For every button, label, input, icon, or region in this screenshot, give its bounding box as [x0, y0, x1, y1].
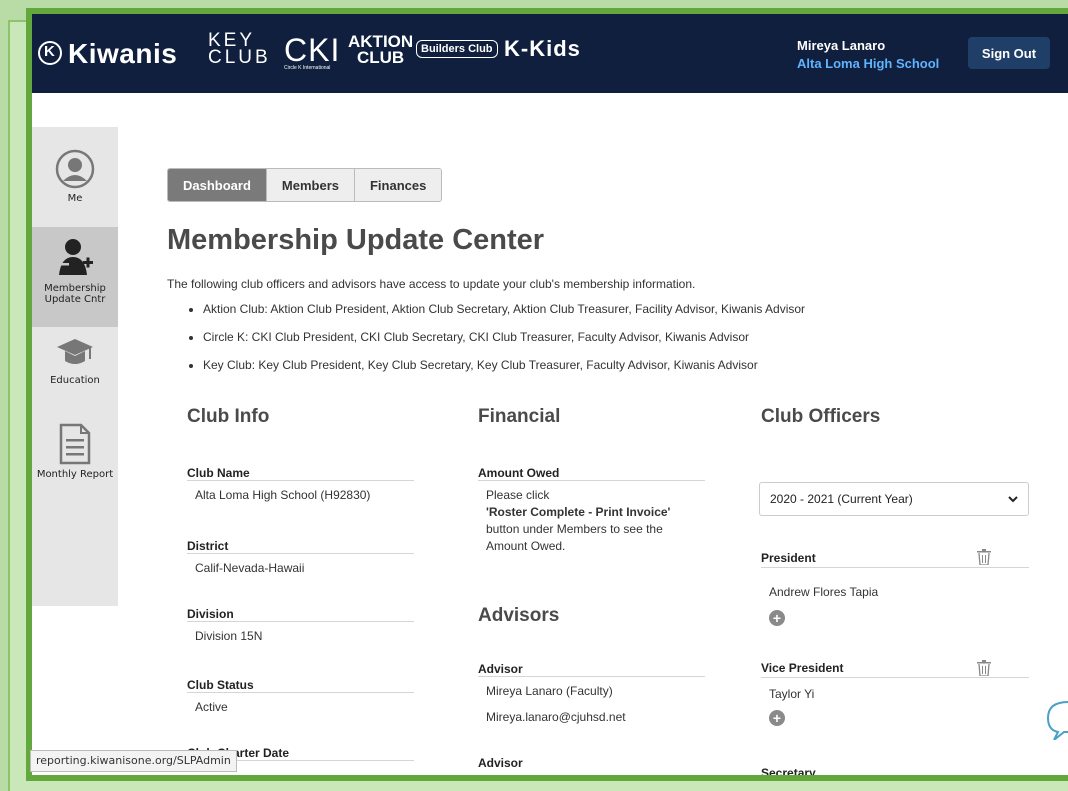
- club-name-label: Club Name: [187, 466, 250, 480]
- advisors-heading: Advisors: [478, 605, 560, 626]
- tab-finances[interactable]: Finances: [354, 169, 442, 201]
- sidebar-item-membership[interactable]: Membership Update Cntr: [32, 227, 118, 327]
- amount-owed-line2: 'Roster Complete - Print Invoice': [486, 505, 671, 519]
- sidebar-item-label: Membership Update Cntr: [44, 283, 106, 305]
- status-bar-url: reporting.kiwanisone.org/SLPAdmin: [30, 750, 237, 772]
- tab-members[interactable]: Members: [266, 169, 355, 201]
- club-info-heading: Club Info: [187, 406, 270, 427]
- club-status-value: Active: [195, 700, 228, 714]
- top-navigation-bar: Kiwanis KEYCLUB CKICircle K Internationa…: [32, 14, 1068, 93]
- division-label: Division: [187, 607, 234, 621]
- officer-year-value: 2020 - 2021 (Current Year): [770, 492, 913, 506]
- officer-year-select[interactable]: 2020 - 2021 (Current Year): [759, 482, 1029, 516]
- amount-owed-label: Amount Owed: [478, 466, 560, 480]
- user-name: Mireya Lanaro: [797, 38, 886, 53]
- add-officer-icon[interactable]: +: [769, 710, 785, 726]
- browser-frame: Kiwanis KEYCLUB CKICircle K Internationa…: [26, 8, 1068, 781]
- divider: [761, 567, 1029, 568]
- builders-club-logo[interactable]: Builders Club: [416, 40, 498, 58]
- list-item: Key Club: Key Club President, Key Club S…: [203, 352, 805, 380]
- trash-icon[interactable]: [977, 660, 991, 676]
- club-officers-heading: Club Officers: [761, 406, 881, 427]
- divider: [478, 676, 705, 677]
- intro-text: The following club officers and advisors…: [167, 277, 696, 291]
- amount-owed-line4: Amount Owed.: [486, 539, 566, 553]
- tab-bar: Dashboard Members Finances: [167, 168, 443, 202]
- graduation-cap-icon: [57, 339, 93, 364]
- page-title: Membership Update Center: [167, 224, 545, 256]
- financial-heading: Financial: [478, 406, 561, 427]
- amount-owed-line1: Please click: [486, 488, 550, 502]
- tab-dashboard[interactable]: Dashboard: [168, 169, 267, 201]
- district-label: District: [187, 539, 229, 553]
- kiwanis-seal-icon: [38, 41, 62, 65]
- advisor-name: Mireya Lanaro (Faculty): [486, 684, 613, 698]
- side-navigation: Me Membership Update Cntr Education Mont…: [32, 127, 118, 606]
- advisor-label: Advisor: [478, 662, 523, 676]
- sidebar-item-monthly-report[interactable]: Monthly Report: [32, 423, 118, 493]
- club-status-label: Club Status: [187, 678, 254, 692]
- document-icon: [59, 423, 91, 465]
- add-user-icon: [59, 239, 93, 275]
- district-value: Calif-Nevada-Hawaii: [195, 561, 305, 575]
- key-club-logo[interactable]: KEY CLUB: [208, 31, 271, 67]
- cki-logo[interactable]: CKI Circle K International: [284, 32, 340, 71]
- kiwanis-logo[interactable]: Kiwanis: [38, 38, 177, 70]
- aktion-club-logo[interactable]: AKTION CLUB: [348, 33, 413, 66]
- k-kids-logo[interactable]: K-Kids: [504, 36, 581, 62]
- sidebar-item-education[interactable]: Education: [32, 335, 118, 405]
- list-item: Aktion Club: Aktion Club President, Akti…: [203, 296, 805, 324]
- sidebar-item-label: Education: [50, 375, 100, 386]
- user-school: Alta Loma High School: [797, 56, 940, 71]
- divider: [187, 553, 414, 554]
- president-name: Andrew Flores Tapia: [769, 585, 879, 599]
- divider: [761, 677, 1029, 678]
- amount-owed-line3: button under Members to see the: [486, 522, 663, 536]
- advisor2-label: Advisor: [478, 756, 523, 770]
- add-officer-icon[interactable]: +: [769, 610, 785, 626]
- sidebar-item-label: Monthly Report: [36, 469, 114, 480]
- president-label: President: [761, 551, 816, 565]
- access-list: Aktion Club: Aktion Club President, Akti…: [189, 296, 805, 380]
- divider: [187, 480, 414, 481]
- advisor-email: Mireya.lanaro@cjuhsd.net: [486, 710, 626, 724]
- cki-logo-text: CKI: [284, 32, 341, 68]
- divider: [478, 480, 705, 481]
- chevron-down-icon: [1008, 495, 1018, 502]
- kiwanis-logo-text: Kiwanis: [68, 38, 178, 69]
- secretary-label: Secretary: [761, 766, 816, 780]
- chat-bubble-icon[interactable]: [1044, 700, 1068, 740]
- sidebar-item-label: Me: [67, 193, 83, 204]
- divider: [187, 621, 414, 622]
- sign-out-button[interactable]: Sign Out: [968, 37, 1050, 69]
- club-name-value: Alta Loma High School (H92830): [195, 488, 371, 502]
- list-item: Circle K: CKI Club President, CKI Club S…: [203, 324, 805, 352]
- division-value: Division 15N: [195, 629, 263, 643]
- divider: [187, 692, 414, 693]
- vice-president-label: Vice President: [761, 661, 844, 675]
- vice-president-name: Taylor Yi: [769, 687, 815, 701]
- user-circle-icon: [55, 149, 95, 189]
- sidebar-item-me[interactable]: Me: [32, 149, 118, 219]
- trash-icon[interactable]: [977, 549, 991, 565]
